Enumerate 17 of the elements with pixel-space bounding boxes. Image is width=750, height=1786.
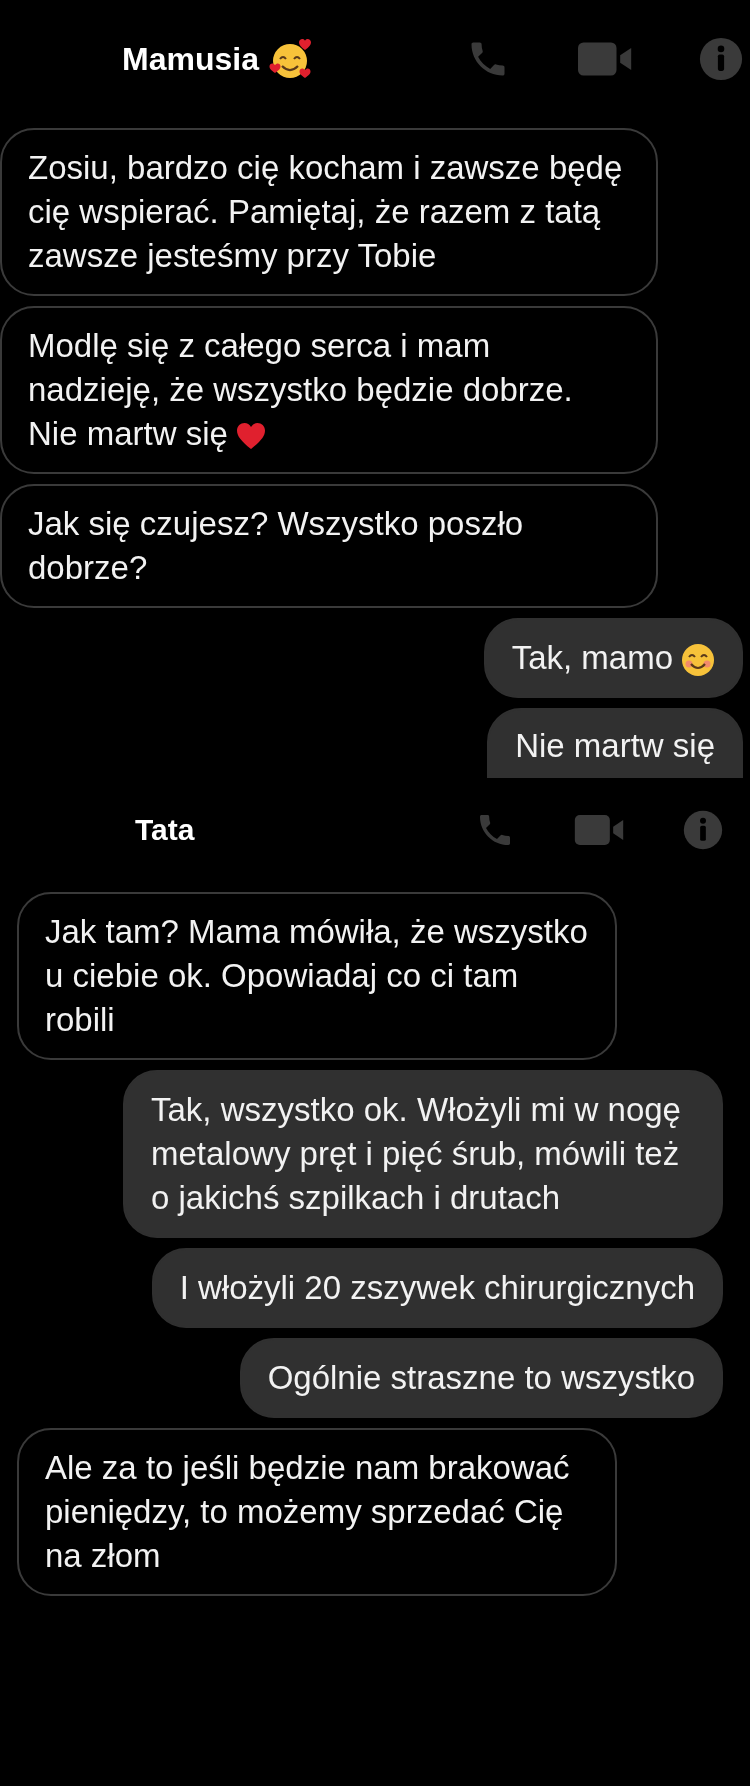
sent-message: Tak, mamo (483, 618, 743, 698)
smiling-face-icon (681, 643, 715, 678)
info-icon[interactable] (699, 37, 743, 81)
sent-message: Nie martw się (487, 708, 743, 778)
received-message: Ale za to jeśli będzie nam brakować pieniędzy, to możemy sprzedać Cię na złom (17, 1428, 617, 1596)
received-message: Zosiu, bardzo cię kocham i zawsze będę cię wspierać. Pamiętaj, że razem z tatą zawsze jesteśmy przy Tobie (0, 128, 658, 296)
smiling-face-hearts-icon (268, 38, 313, 80)
contact-name: Mamusia (122, 40, 259, 78)
sent-message: Ogólnie straszne to wszystko (239, 1338, 723, 1418)
received-message: Modlę się z całego serca i mam nadzieję, że wszystko będzie dobrze. Nie martw się (0, 306, 658, 474)
info-icon[interactable] (683, 810, 723, 850)
sent-message: Tak, wszystko ok. Włożyli mi w nogę metalowy pręt i pięć śrub, mówili też o jakichś szpilkach i drutach (123, 1070, 723, 1238)
received-message: Jak tam? Mama mówiła, że wszystko u ciebie ok. Opowiadaj co ci tam robili (17, 892, 617, 1060)
received-message: Jak się czujesz? Wszystko poszło dobrze? (0, 484, 658, 608)
sent-message: I włożyli 20 zszywek chirurgicznych (151, 1248, 723, 1328)
heart-icon (235, 422, 266, 451)
contact-name: Tata (135, 813, 195, 847)
